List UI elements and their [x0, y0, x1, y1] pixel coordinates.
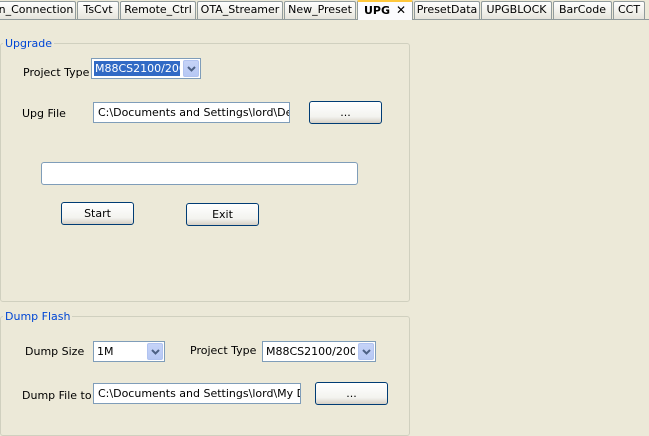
tab-label: TsCvt [83, 3, 113, 16]
upg-file-label: Upg File [22, 107, 66, 120]
upg-browse-button[interactable]: ... [309, 101, 382, 124]
chevron-down-icon[interactable] [358, 343, 374, 360]
tab-label: UPGBLOCK [486, 3, 547, 16]
dump-flash-legend: Dump Flash [3, 310, 73, 323]
start-button[interactable]: Start [61, 202, 134, 225]
dump-file-input[interactable]: C:\Documents and Settings\lord\My Docume… [93, 383, 301, 404]
tab-connection[interactable]: n_Connection [0, 1, 76, 19]
tab-barcode[interactable]: BarCode [553, 1, 612, 19]
dump-size-label: Dump Size [25, 345, 85, 358]
exit-button[interactable]: Exit [186, 203, 259, 226]
tab-label: OTA_Streamer [200, 3, 280, 16]
project-type-label: Project Type [23, 66, 90, 79]
tab-label: BarCode [559, 3, 606, 16]
dump-file-label: Dump File to [22, 389, 92, 402]
tab-presetdata[interactable]: PresetData [414, 1, 480, 19]
tab-ota-streamer[interactable]: OTA_Streamer [197, 1, 283, 19]
tab-label: n_Connection [0, 3, 74, 16]
tab-strip: n_Connection TsCvt Remote_Ctrl OTA_Strea… [0, 0, 649, 20]
tab-label: PresetData [416, 3, 478, 16]
dump-browse-button[interactable]: ... [315, 382, 388, 405]
tab-upgblock[interactable]: UPGBLOCK [481, 1, 552, 19]
tab-cct[interactable]: CCT [613, 1, 645, 19]
upgrade-progress-bar [41, 162, 358, 185]
dump-size-select[interactable]: 1M [93, 341, 165, 362]
tab-label: Remote_Ctrl [124, 3, 192, 16]
upg-file-input[interactable]: C:\Documents and Settings\lord\Desktop [93, 102, 290, 123]
tab-remote-ctrl[interactable]: Remote_Ctrl [120, 1, 196, 19]
tab-label: UPG [363, 4, 390, 17]
tab-label: CCT [617, 3, 641, 16]
project-type-select[interactable]: M88CS2100/2000 [91, 58, 201, 79]
tab-label: New_Preset [288, 3, 352, 16]
tab-new-preset[interactable]: New_Preset [284, 1, 356, 19]
tab-tscvt[interactable]: TsCvt [77, 1, 119, 19]
dump-flash-group [0, 316, 410, 436]
project-type-value: M88CS2100/2000 [94, 61, 180, 76]
close-icon[interactable]: ✕ [396, 3, 406, 17]
dump-size-value: 1M [97, 345, 114, 358]
tab-upg[interactable]: UPG ✕ [357, 0, 413, 20]
upgrade-legend: Upgrade [3, 37, 55, 50]
dump-project-type-value: M88CS2100/2000 [266, 345, 355, 358]
dump-project-type-select[interactable]: M88CS2100/2000 [262, 341, 376, 362]
chevron-down-icon[interactable] [147, 343, 163, 360]
chevron-down-icon[interactable] [183, 60, 199, 77]
dump-project-type-label: Project Type [190, 344, 257, 357]
